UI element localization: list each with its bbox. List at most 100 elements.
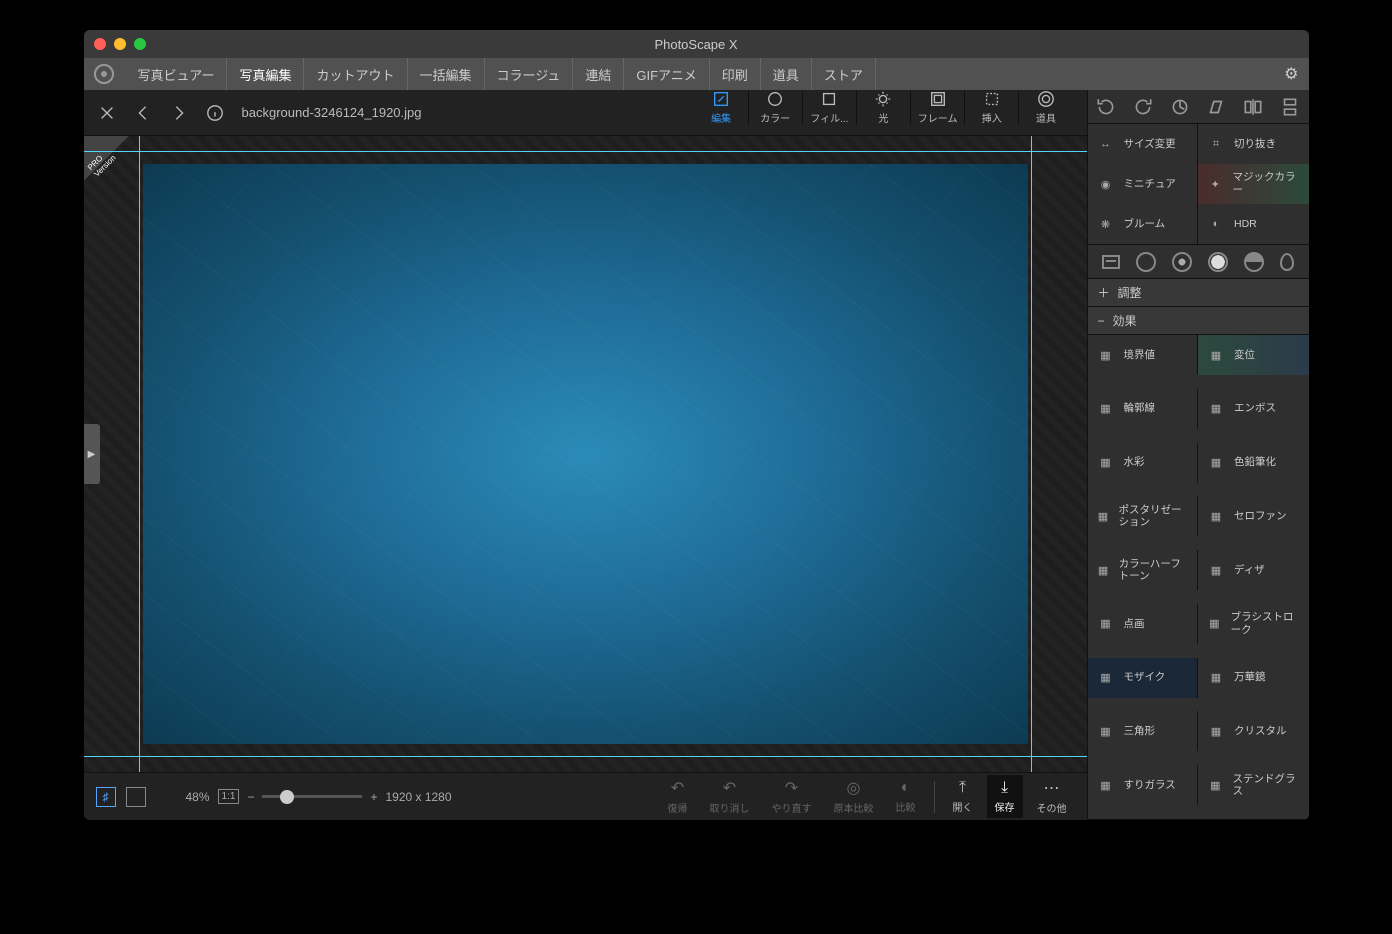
rotate-left-button[interactable] (1095, 96, 1117, 118)
left-panel-toggle[interactable]: ▶ (84, 424, 100, 484)
tool-tab-insert[interactable]: 挿入 (965, 90, 1019, 125)
more-icon: ⋯ (1044, 778, 1060, 798)
file-name: background-3246124_1920.jpg (242, 105, 422, 120)
grid-toggle-icon[interactable]: ♯ (96, 787, 116, 807)
file-info-icon[interactable] (206, 104, 224, 122)
tool-tab-frame[interactable]: フレーム (911, 90, 965, 125)
guide-horizontal-bottom[interactable] (84, 756, 1087, 757)
color-icon (766, 90, 784, 108)
shape-circle-4-icon[interactable] (1244, 252, 1264, 272)
quick-tool-crop[interactable]: ⌗切り抜き (1198, 124, 1309, 164)
action-open[interactable]: ⤒開く (945, 775, 981, 818)
effect-kaleido[interactable]: ▦万華鏡 (1198, 658, 1309, 698)
quick-tool-magic[interactable]: ✦マジックカラー (1198, 164, 1309, 204)
right-panel: ↔サイズ変更⌗切り抜き◉ミニチュア✦マジックカラー❋ブルーム◐HDR ＋調整 −… (1087, 90, 1309, 820)
shape-row (1088, 245, 1309, 279)
effect-pencil[interactable]: ▦色鉛筆化 (1198, 443, 1309, 483)
guide-vertical-left[interactable] (139, 136, 140, 772)
flip-v-button[interactable] (1279, 96, 1301, 118)
main-tab-6[interactable]: GIFアニメ (624, 58, 709, 90)
quick-tool-bloom[interactable]: ❋ブルーム (1088, 204, 1199, 244)
close-file-icon[interactable] (98, 104, 116, 122)
shape-circle-1-icon[interactable] (1136, 252, 1156, 272)
effect-halftone[interactable]: ▦カラーハーフトーン (1088, 550, 1199, 590)
accordion-effect[interactable]: −効果 (1088, 307, 1309, 335)
effect-cellophane[interactable]: ▦セロファン (1198, 496, 1309, 536)
tool-tab-edit[interactable]: 編集 (695, 90, 749, 125)
effect-displace[interactable]: ▦変位 (1198, 335, 1309, 375)
shape-circle-3-icon[interactable] (1208, 252, 1228, 272)
cellophane-icon: ▦ (1206, 506, 1226, 526)
main-tab-3[interactable]: 一括編集 (408, 58, 485, 90)
quick-tool-hdr[interactable]: ◐HDR (1198, 204, 1309, 244)
main-tab-1[interactable]: 写真編集 (227, 58, 304, 90)
zoom-in-button[interactable]: + (370, 790, 377, 804)
main-tab-5[interactable]: 連結 (573, 58, 624, 90)
main-tab-8[interactable]: 道具 (761, 58, 812, 90)
effect-threshold[interactable]: ▦境界値 (1088, 335, 1199, 375)
app-logo-icon[interactable] (94, 64, 114, 84)
action-compare: ◎原本比較 (826, 774, 882, 819)
main-tab-4[interactable]: コラージュ (485, 58, 574, 90)
effect-mosaic[interactable]: ▦モザイク (1088, 658, 1199, 698)
quick-tool-resize[interactable]: ↔サイズ変更 (1088, 124, 1199, 164)
effect-triangle[interactable]: ▦三角形 (1088, 711, 1199, 751)
plus-icon: ＋ (1098, 284, 1110, 301)
effects-grid: ▦境界値▦変位 ▦輪郭線▦エンボス ▦水彩▦色鉛筆化 ▦ポスタリゼーション▦セロファン… (1088, 335, 1309, 820)
tools-icon (1037, 90, 1055, 108)
main-tab-2[interactable]: カットアウト (304, 58, 407, 90)
tool-tab-filter[interactable]: フィル... (803, 90, 857, 125)
one-to-one-button[interactable]: 1:1 (218, 789, 240, 804)
window-title: PhotoScape X (654, 37, 737, 52)
pencil-icon: ▦ (1206, 453, 1226, 473)
quick-tool-miniature[interactable]: ◉ミニチュア (1088, 164, 1199, 204)
main-tab-7[interactable]: 印刷 (710, 58, 761, 90)
action-more[interactable]: ⋯その他 (1029, 774, 1075, 819)
effect-stained[interactable]: ▦ステンドグラス (1198, 765, 1309, 805)
zoom-out-button[interactable]: − (247, 790, 254, 804)
effect-stipple[interactable]: ▦点画 (1088, 604, 1199, 644)
rotate-right-button[interactable] (1132, 96, 1154, 118)
canvas-area[interactable]: PRO Version ▶ (84, 136, 1087, 772)
effect-posterize[interactable]: ▦ポスタリゼーション (1088, 496, 1199, 536)
status-bar: ♯ 48% 1:1 − + 1920 x 1280 ↶復帰↶取り消し↷やり直す◎… (84, 772, 1087, 820)
effect-dither[interactable]: ▦ディザ (1198, 550, 1309, 590)
close-window-button[interactable] (94, 38, 106, 50)
shape-drop-icon[interactable] (1280, 253, 1294, 271)
maximize-window-button[interactable] (134, 38, 146, 50)
effect-watercolor[interactable]: ▦水彩 (1088, 443, 1199, 483)
accordion-adjust[interactable]: ＋調整 (1088, 279, 1309, 307)
tool-tab-color[interactable]: カラー (749, 90, 803, 125)
action-save[interactable]: ⤓保存 (987, 775, 1023, 818)
effect-brush[interactable]: ▦ブラシストローク (1198, 604, 1309, 644)
main-tab-0[interactable]: 写真ビュアー (126, 58, 228, 90)
prev-file-icon[interactable] (134, 104, 152, 122)
shape-square-icon[interactable] (1102, 255, 1120, 269)
minimize-window-button[interactable] (114, 38, 126, 50)
flip-h-button[interactable] (1242, 96, 1264, 118)
accordion-effect-label: 効果 (1113, 312, 1137, 329)
zoom-slider[interactable] (262, 795, 362, 798)
rotate-arb-button[interactable] (1169, 96, 1191, 118)
next-file-icon[interactable] (170, 104, 188, 122)
stipple-icon: ▦ (1096, 614, 1116, 634)
canvas-image[interactable] (143, 164, 1028, 744)
effect-emboss[interactable]: ▦エンボス (1198, 389, 1309, 429)
guide-vertical-right[interactable] (1031, 136, 1032, 772)
zoom-slider-thumb[interactable] (280, 790, 294, 804)
effect-crystal[interactable]: ▦クリスタル (1198, 711, 1309, 751)
main-tab-9[interactable]: ストア (812, 58, 876, 90)
settings-gear-icon[interactable]: ⚙ (1284, 64, 1298, 84)
effect-frosted[interactable]: ▦すりガラス (1088, 765, 1199, 805)
effect-outline[interactable]: ▦輪郭線 (1088, 389, 1199, 429)
tool-tab-light[interactable]: 光 (857, 90, 911, 125)
outline-icon: ▦ (1096, 399, 1116, 419)
crystal-icon: ▦ (1206, 721, 1226, 741)
action-undo: ↶取り消し (702, 774, 758, 819)
overlay-toggle-icon[interactable] (126, 787, 146, 807)
compare-icon: ◎ (847, 778, 861, 798)
guide-horizontal-top[interactable] (84, 151, 1087, 152)
skew-button[interactable] (1205, 96, 1227, 118)
tool-tab-tools[interactable]: 道具 (1019, 90, 1072, 125)
shape-circle-2-icon[interactable] (1172, 252, 1192, 272)
